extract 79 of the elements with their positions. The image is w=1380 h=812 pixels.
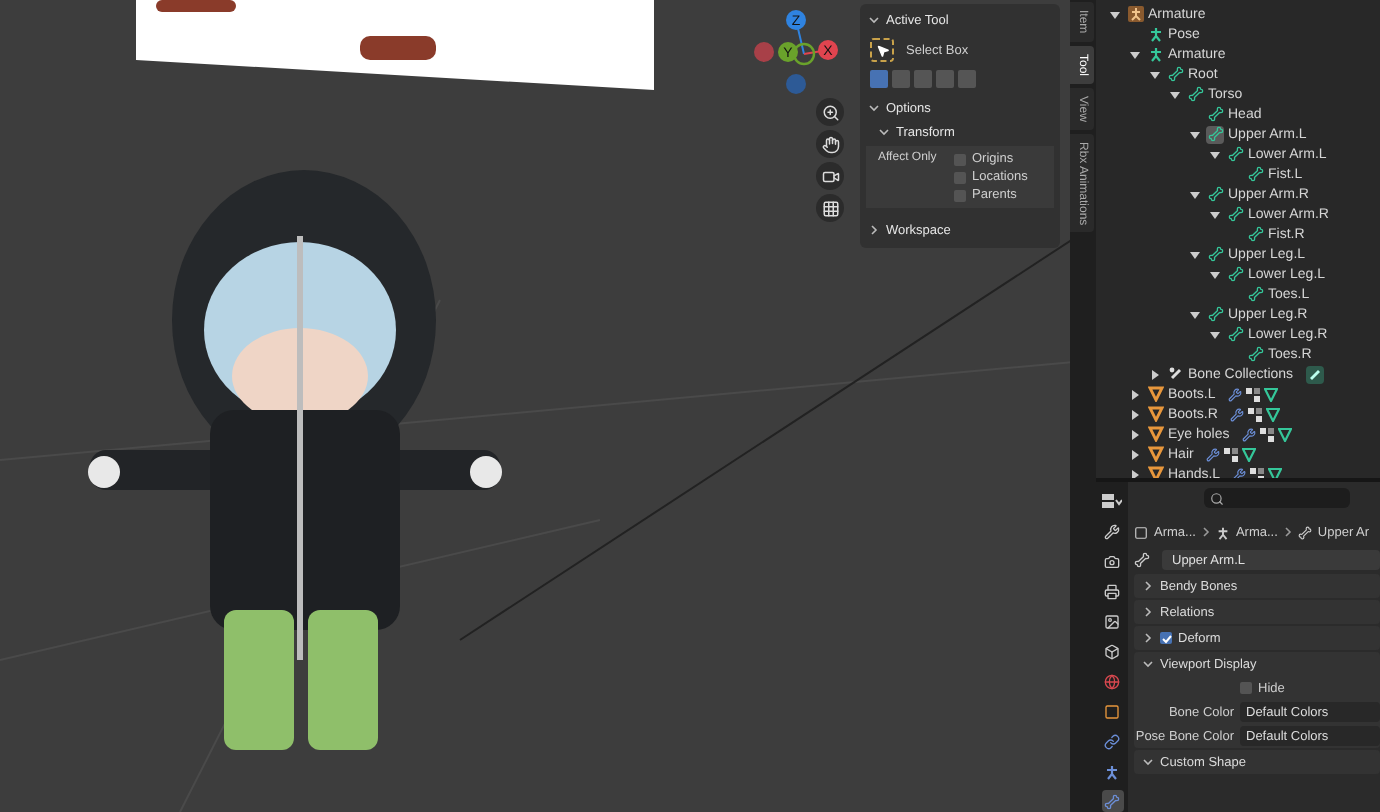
- render-tab[interactable]: [1101, 550, 1123, 572]
- search-field[interactable]: [1204, 488, 1350, 508]
- grid-button[interactable]: [816, 194, 844, 222]
- disclosure-triangle-icon[interactable]: [1190, 129, 1200, 139]
- disclosure-chevron-icon[interactable]: [1142, 756, 1154, 768]
- view-tab[interactable]: [1101, 610, 1123, 632]
- mesh-icon[interactable]: [1146, 385, 1164, 403]
- disclosure-triangle-icon[interactable]: [1150, 369, 1160, 379]
- disclosure-triangle-icon[interactable]: [1190, 189, 1200, 199]
- wrench-icon[interactable]: [1241, 427, 1256, 441]
- checkbox[interactable]: [1160, 632, 1172, 644]
- disclosure-chevron-icon[interactable]: [878, 126, 890, 138]
- disclosure-triangle-icon[interactable]: [1130, 49, 1140, 59]
- grid-icon: [821, 199, 839, 217]
- disclosure-triangle-icon[interactable]: [1190, 249, 1200, 259]
- disclosure-triangle-icon[interactable]: [1210, 149, 1220, 159]
- chevron-icon: [1283, 526, 1292, 538]
- search-icon: [1210, 491, 1224, 505]
- mesh-icon[interactable]: [1146, 405, 1164, 423]
- output-tab[interactable]: [1101, 580, 1123, 602]
- disclosure-triangle-icon[interactable]: [1150, 69, 1160, 79]
- tool-tab[interactable]: [1101, 520, 1123, 542]
- armature-icon[interactable]: [1146, 45, 1164, 63]
- disclosure-triangle-icon[interactable]: [1210, 209, 1220, 219]
- axis-gizmo-icon[interactable]: [754, 10, 838, 94]
- scene-tab[interactable]: [1101, 640, 1123, 662]
- disclosure-chevron-icon[interactable]: [868, 224, 880, 236]
- disclosure-triangle-icon[interactable]: [1130, 429, 1140, 439]
- zoom-button[interactable]: [816, 98, 844, 126]
- disclosure-triangle-icon[interactable]: [1130, 469, 1140, 478]
- collection-icon[interactable]: [1166, 365, 1184, 383]
- mesh-icon[interactable]: [1146, 425, 1164, 443]
- vertex-groups-icon[interactable]: [1247, 407, 1262, 421]
- breadcrumb-icon: [1134, 525, 1148, 539]
- object-tab[interactable]: [1101, 700, 1123, 722]
- zoom-icon: [821, 103, 839, 121]
- constraint-tab[interactable]: [1101, 730, 1123, 752]
- disclosure-chevron-icon[interactable]: [868, 14, 880, 26]
- breadcrumb-icon: [1297, 525, 1312, 539]
- editor-type-button[interactable]: [1101, 490, 1123, 512]
- checkbox[interactable]: [954, 171, 966, 183]
- vertex-groups-icon[interactable]: [1250, 467, 1265, 478]
- mesh-icon[interactable]: [1146, 445, 1164, 463]
- data-tab[interactable]: [1101, 760, 1123, 782]
- disclosure-triangle-icon[interactable]: [1210, 269, 1220, 279]
- disclosure-chevron-icon[interactable]: [1142, 606, 1154, 618]
- vertex-groups-icon[interactable]: [1259, 427, 1274, 441]
- checkbox[interactable]: [954, 153, 966, 165]
- hand-icon: [821, 135, 839, 153]
- wrench-icon[interactable]: [1227, 387, 1242, 401]
- armature-icon[interactable]: [1146, 25, 1164, 43]
- wrench-icon[interactable]: [1232, 467, 1247, 478]
- wrench-icon[interactable]: [1205, 447, 1220, 461]
- disclosure-triangle-icon[interactable]: [1130, 389, 1140, 399]
- vertex-groups-icon[interactable]: [1223, 447, 1238, 461]
- checkbox[interactable]: [1240, 682, 1252, 694]
- disclosure-triangle-icon[interactable]: [1170, 89, 1180, 99]
- select-box-icon[interactable]: [870, 38, 894, 62]
- disclosure-chevron-icon[interactable]: [1142, 632, 1154, 644]
- pan-button[interactable]: [816, 130, 844, 158]
- disclosure-triangle-icon[interactable]: [1110, 9, 1120, 19]
- disclosure-triangle-icon[interactable]: [1130, 409, 1140, 419]
- disclosure-chevron-icon[interactable]: [1142, 658, 1154, 670]
- disclosure-triangle-icon[interactable]: [1190, 309, 1200, 319]
- disclosure-triangle-icon[interactable]: [1130, 449, 1140, 459]
- breadcrumb-icon: [1215, 525, 1230, 539]
- world-tab[interactable]: [1101, 670, 1123, 692]
- armature-icon[interactable]: [1126, 5, 1144, 23]
- checkbox[interactable]: [954, 189, 966, 201]
- disclosure-chevron-icon[interactable]: [868, 102, 880, 114]
- wrench-icon[interactable]: [1229, 407, 1244, 421]
- disclosure-triangle-icon[interactable]: [1210, 329, 1220, 339]
- camera-icon: [821, 167, 839, 185]
- disclosure-chevron-icon[interactable]: [1142, 580, 1154, 592]
- camera-button[interactable]: [816, 162, 844, 190]
- chevron-icon: [1201, 526, 1210, 538]
- vertex-groups-icon[interactable]: [1245, 387, 1260, 401]
- bone-tab[interactable]: [1101, 790, 1123, 812]
- mesh-icon[interactable]: [1146, 465, 1164, 478]
